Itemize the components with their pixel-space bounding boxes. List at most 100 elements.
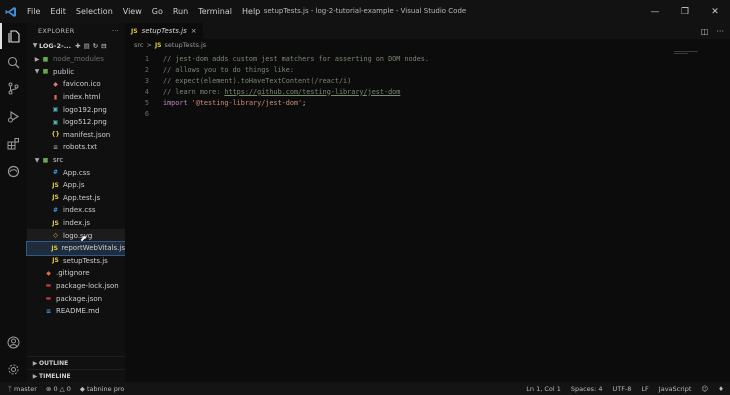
json-file-icon: {} bbox=[51, 131, 60, 139]
notifications-bell-icon[interactable]: ♦ bbox=[718, 385, 724, 393]
tab-close-icon[interactable]: × bbox=[191, 27, 197, 35]
tree-folder-public[interactable]: ▼ ■ public bbox=[27, 66, 125, 79]
chevron-down-icon: ▼ bbox=[32, 42, 38, 49]
workspace-folder-label: LOG-2-... bbox=[39, 41, 72, 50]
tree-file-manifest[interactable]: {} manifest.json bbox=[27, 129, 125, 142]
js-file-icon: JS bbox=[131, 27, 138, 35]
language-mode[interactable]: JavaScript bbox=[659, 385, 692, 393]
menu-file[interactable]: File bbox=[22, 7, 45, 16]
css-file-icon: # bbox=[52, 206, 59, 214]
tree-file-setup-tests[interactable]: JS setupTests.js bbox=[27, 255, 125, 268]
tree-file-index-html[interactable]: ▮ index.html bbox=[27, 91, 125, 104]
npm-file-icon: ▬ bbox=[45, 295, 52, 303]
tree-file-app-css[interactable]: # App.css bbox=[27, 166, 125, 179]
new-file-icon[interactable]: ✚ bbox=[75, 42, 80, 50]
cursor-position[interactable]: Ln 1, Col 1 bbox=[526, 385, 561, 393]
menu-go[interactable]: Go bbox=[147, 7, 168, 16]
tree-file-favicon[interactable]: ◆ favicon.ico bbox=[27, 78, 125, 91]
tree-item-label: node_modules bbox=[53, 55, 104, 64]
menu-selection[interactable]: Selection bbox=[71, 7, 118, 16]
tree-item-label: package-lock.json bbox=[56, 281, 119, 290]
collapse-all-icon[interactable]: ⊟ bbox=[101, 42, 106, 50]
workspace-folder[interactable]: ▼ LOG-2-... ✚ ▤ ↻ ⊟ bbox=[27, 38, 125, 53]
svg-file-icon: ◇ bbox=[53, 232, 58, 240]
editor-tabs: JS setupTests.js × ◫ ··· bbox=[125, 23, 730, 39]
tab-label: setupTests.js bbox=[141, 27, 187, 35]
account-icon[interactable] bbox=[0, 329, 27, 355]
tree-file-app-js[interactable]: JS App.js bbox=[27, 179, 125, 192]
settings-gear-icon[interactable] bbox=[0, 356, 27, 382]
chevron-down-icon: ▼ bbox=[34, 68, 40, 76]
activity-bar bbox=[0, 23, 27, 382]
restore-icon[interactable]: ❐ bbox=[670, 0, 700, 23]
indentation[interactable]: Spaces: 4 bbox=[571, 385, 603, 393]
tree-file-gitignore[interactable]: ◆ .gitignore bbox=[27, 267, 125, 280]
explorer-header: EXPLORER ··· bbox=[27, 23, 125, 38]
more-actions-icon[interactable]: ··· bbox=[112, 27, 119, 35]
js-file-icon: JS bbox=[52, 257, 59, 265]
tree-file-logo192[interactable]: ▣ logo192.png bbox=[27, 103, 125, 116]
more-actions-icon[interactable]: ··· bbox=[716, 27, 724, 36]
warning-count: 0 bbox=[66, 384, 71, 393]
tab-setup-tests[interactable]: JS setupTests.js × bbox=[125, 23, 203, 39]
edge-devtools-icon[interactable] bbox=[0, 158, 27, 184]
tree-item-label: README.md bbox=[56, 307, 100, 316]
breadcrumb-file[interactable]: setupTests.js bbox=[165, 41, 207, 49]
tree-item-label: .gitignore bbox=[56, 269, 90, 278]
image-file-icon: ◆ bbox=[53, 80, 58, 88]
tree-file-package-lock[interactable]: ▬ package-lock.json bbox=[27, 280, 125, 293]
tree-item-label: robots.txt bbox=[63, 143, 97, 152]
menu-view[interactable]: View bbox=[118, 7, 147, 16]
run-debug-icon[interactable] bbox=[0, 103, 27, 129]
new-folder-icon[interactable]: ▤ bbox=[84, 42, 90, 50]
tree-file-app-test[interactable]: JS App.test.js bbox=[27, 192, 125, 205]
source-control-icon[interactable] bbox=[0, 75, 27, 101]
tabnine-status[interactable]: ◆ tabnine pro bbox=[80, 385, 124, 393]
breadcrumb-folder[interactable]: src bbox=[134, 41, 144, 49]
problems-status[interactable]: ⊗ 0 △ 0 bbox=[46, 385, 71, 393]
js-file-icon: JS bbox=[51, 244, 58, 252]
split-editor-icon[interactable]: ◫ bbox=[701, 27, 709, 36]
folder-src-icon: ■ bbox=[42, 156, 49, 164]
code-comment: // learn more: bbox=[163, 87, 225, 96]
search-icon[interactable] bbox=[0, 49, 27, 75]
window-controls: — ❐ ✕ bbox=[640, 0, 730, 23]
menu-terminal[interactable]: Terminal bbox=[193, 7, 237, 16]
tree-file-report-web-vitals[interactable]: JS reportWebVitals.js bbox=[26, 240, 126, 256]
refresh-icon[interactable]: ↻ bbox=[93, 42, 98, 50]
minimize-icon[interactable]: — bbox=[640, 0, 670, 23]
tree-file-index-css[interactable]: # index.css bbox=[27, 204, 125, 217]
explorer-title: EXPLORER bbox=[38, 26, 75, 35]
tree-item-label: package.json bbox=[56, 294, 103, 303]
timeline-section[interactable]: ▶ TIMELINE bbox=[27, 369, 125, 382]
outline-section[interactable]: ▶ OUTLINE bbox=[27, 356, 125, 369]
explorer-icon[interactable] bbox=[0, 23, 27, 49]
tree-file-logo512[interactable]: ▣ logo512.png bbox=[27, 116, 125, 129]
menu-edit[interactable]: Edit bbox=[45, 7, 71, 16]
encoding[interactable]: UTF-8 bbox=[612, 385, 631, 393]
tabnine-icon: ◆ bbox=[79, 384, 85, 393]
feedback-icon[interactable]: ☺ bbox=[701, 385, 708, 393]
close-icon[interactable]: ✕ bbox=[700, 0, 730, 23]
folder-public-icon: ■ bbox=[42, 68, 49, 76]
code-comment: // jest-dom adds custom jest matchers fo… bbox=[163, 54, 429, 63]
tree-file-robots[interactable]: ≡ robots.txt bbox=[27, 141, 125, 154]
warning-icon: △ bbox=[59, 384, 65, 393]
menu-help[interactable]: Help bbox=[237, 7, 265, 16]
code-link[interactable]: https://github.com/testing-library/jest-… bbox=[224, 88, 400, 96]
tree-file-package[interactable]: ▬ package.json bbox=[27, 292, 125, 305]
end-of-line[interactable]: LF bbox=[641, 385, 648, 393]
tree-file-index-js[interactable]: JS index.js bbox=[27, 217, 125, 230]
extensions-icon[interactable] bbox=[0, 130, 27, 156]
tree-folder-node-modules[interactable]: ▶ ■ node_modules bbox=[27, 53, 125, 66]
code-line: 4 // learn more: https://github.com/test… bbox=[125, 86, 730, 97]
branch-status[interactable]: ᛉ master bbox=[8, 385, 37, 393]
menu-run[interactable]: Run bbox=[168, 7, 193, 16]
tree-folder-src[interactable]: ▼ ■ src bbox=[27, 154, 125, 167]
line-number: 2 bbox=[144, 65, 149, 74]
code-editor[interactable]: 1 // jest-dom adds custom jest matchers … bbox=[125, 53, 730, 119]
tree-file-logo-svg[interactable]: ◇ logo.svg ⬈ bbox=[27, 229, 125, 243]
title-bar: File Edit Selection View Go Run Terminal… bbox=[0, 0, 730, 23]
tree-file-readme[interactable]: ≡ README.md bbox=[27, 305, 125, 318]
code-line: 1 // jest-dom adds custom jest matchers … bbox=[125, 53, 730, 64]
